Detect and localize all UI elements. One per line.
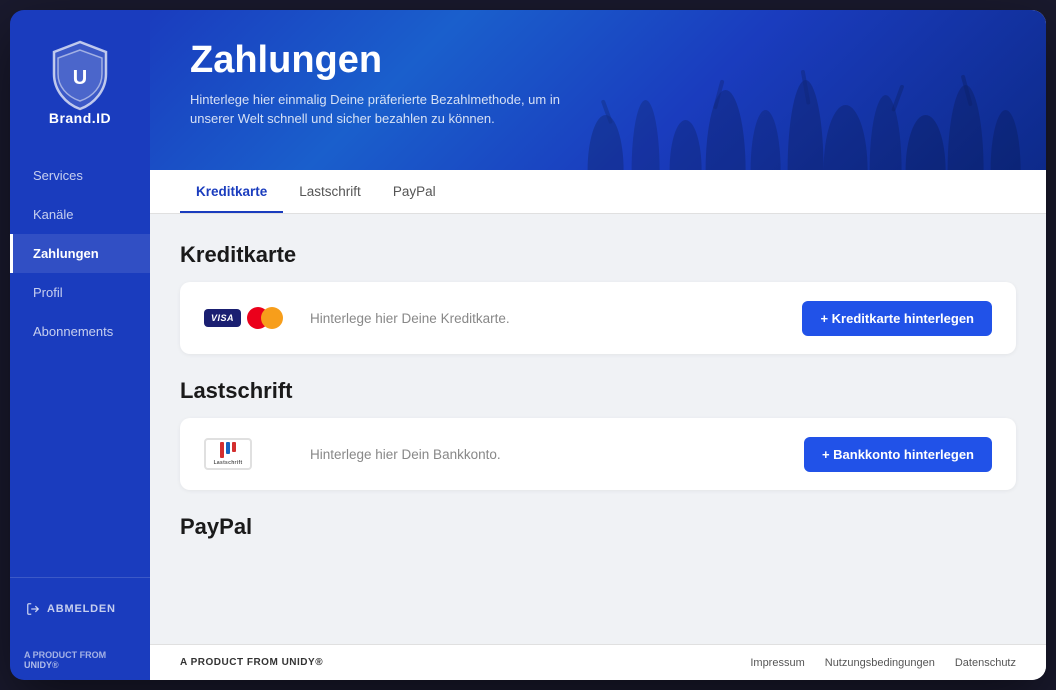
tab-paypal[interactable]: PayPal xyxy=(377,170,452,213)
footer-brand: A PRODUCT FROM UNIDY® xyxy=(180,657,323,668)
svg-text:U: U xyxy=(73,67,87,89)
logo-area: U Brand.ID xyxy=(10,10,150,146)
lastschrift-title: Lastschrift xyxy=(180,378,1016,404)
sidebar: U Brand.ID Services Kanäle Zahlungen Pro… xyxy=(10,10,150,680)
lastschrift-card: Lastschrift Hinterlege hier Dein Bankkon… xyxy=(180,418,1016,490)
sidebar-bottom: ABMELDEN xyxy=(10,577,150,640)
lastschrift-placeholder: Hinterlege hier Dein Bankkonto. xyxy=(294,447,804,462)
tab-lastschrift[interactable]: Lastschrift xyxy=(283,170,377,213)
logout-button[interactable]: ABMELDEN xyxy=(10,594,150,624)
main-content: Zahlungen Hinterlege hier einmalig Deine… xyxy=(150,10,1046,680)
lastschrift-section: Lastschrift Lastschrift Hinterlege hie xyxy=(180,378,1016,490)
footer-link-datenschutz[interactable]: Datenschutz xyxy=(955,657,1016,669)
shield-icon: U xyxy=(48,38,112,102)
hero-subtitle: Hinterlege hier einmalig Deine präferier… xyxy=(190,90,570,129)
sidebar-item-profil[interactable]: Profil xyxy=(10,273,150,312)
crowd-silhouette-icon xyxy=(508,10,1046,170)
sidebar-item-abonnements[interactable]: Abonnements xyxy=(10,312,150,351)
visa-icon: VISA xyxy=(204,309,241,327)
lastschrift-bank-icon: Lastschrift xyxy=(204,438,252,470)
brand-name: Brand.ID xyxy=(49,110,111,126)
tab-kreditkarte[interactable]: Kreditkarte xyxy=(180,170,283,213)
paypal-section: PayPal xyxy=(180,514,1016,554)
kreditkarte-placeholder: Hinterlege hier Deine Kreditkarte. xyxy=(294,311,802,326)
app-container: U Brand.ID Services Kanäle Zahlungen Pro… xyxy=(10,10,1046,680)
content-area: Kreditkarte VISA Hinterlege hier Deine K… xyxy=(150,214,1046,644)
sidebar-item-kanaele[interactable]: Kanäle xyxy=(10,195,150,234)
footer-links: Impressum Nutzungsbedingungen Datenschut… xyxy=(750,657,1016,669)
footer-link-nutzungsbedingungen[interactable]: Nutzungsbedingungen xyxy=(825,657,935,669)
card-icons: VISA xyxy=(204,307,294,329)
mastercard-icon xyxy=(247,307,283,329)
tabs-bar: Kreditkarte Lastschrift PayPal xyxy=(150,170,1046,214)
kreditkarte-section: Kreditkarte VISA Hinterlege hier Deine K… xyxy=(180,242,1016,354)
hero-header: Zahlungen Hinterlege hier einmalig Deine… xyxy=(150,10,1046,170)
kreditkarte-title: Kreditkarte xyxy=(180,242,1016,268)
add-bankkonto-button[interactable]: + Bankkonto hinterlegen xyxy=(804,437,992,472)
sidebar-footer: A PRODUCT FROM UNIDY® xyxy=(10,640,150,680)
main-footer: A PRODUCT FROM UNIDY® Impressum Nutzungs… xyxy=(150,644,1046,680)
footer-link-impressum[interactable]: Impressum xyxy=(750,657,804,669)
logout-icon xyxy=(26,602,40,616)
sidebar-item-services[interactable]: Services xyxy=(10,156,150,195)
lastschrift-icons: Lastschrift xyxy=(204,438,294,470)
kreditkarte-card: VISA Hinterlege hier Deine Kreditkarte. … xyxy=(180,282,1016,354)
paypal-title: PayPal xyxy=(180,514,1016,540)
sidebar-nav: Services Kanäle Zahlungen Profil Abonnem… xyxy=(10,156,150,577)
add-kreditkarte-button[interactable]: + Kreditkarte hinterlegen xyxy=(802,301,992,336)
sidebar-item-zahlungen[interactable]: Zahlungen xyxy=(10,234,150,273)
page-title: Zahlungen xyxy=(190,40,1006,82)
